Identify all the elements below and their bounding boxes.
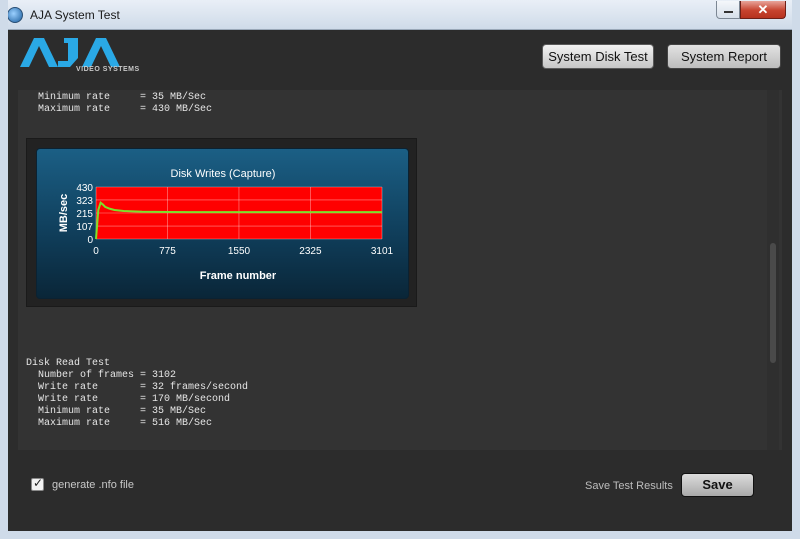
vertical-scrollbar[interactable] bbox=[767, 90, 779, 450]
y-tick-label: 0 bbox=[87, 235, 93, 246]
app-icon bbox=[7, 7, 23, 23]
read-result-line: Minimum rate = 35 MB/Sec bbox=[26, 406, 207, 417]
x-tick-label: 0 bbox=[93, 246, 99, 257]
y-axis-label: MB/sec bbox=[58, 194, 70, 233]
close-button[interactable]: ✕ bbox=[740, 1, 786, 19]
y-tick-label: 323 bbox=[76, 196, 93, 207]
scrollbar-thumb[interactable] bbox=[770, 243, 776, 363]
results-panel: Minimum rate = 35 MB/Sec Maximum rate = … bbox=[18, 90, 782, 450]
read-test-results: Disk Read Test Number of frames = 3102 W… bbox=[26, 358, 248, 430]
minimize-button[interactable] bbox=[716, 1, 740, 19]
write-result-line: Maximum rate = 430 MB/Sec bbox=[26, 104, 213, 115]
aja-logo-mark bbox=[20, 38, 120, 67]
save-button[interactable]: Save bbox=[681, 473, 754, 497]
generate-nfo-checkbox[interactable]: ✓ bbox=[31, 476, 44, 491]
system-report-button[interactable]: System Report bbox=[667, 44, 781, 69]
chart-container: 430 323 215 107 0 0 775 1550 2325 3101 Disk Writes… bbox=[26, 138, 417, 307]
checkmark-icon: ✓ bbox=[33, 476, 44, 490]
title-bar: AJA System Test ✕ bbox=[0, 0, 800, 30]
x-tick-label: 2325 bbox=[299, 246, 322, 257]
logo-subtitle: VIDEO SYSTEMS bbox=[76, 66, 140, 73]
save-test-results-label: Save Test Results bbox=[585, 480, 673, 492]
system-disk-test-button[interactable]: System Disk Test bbox=[542, 44, 654, 69]
read-result-line: Write rate = 170 MB/second bbox=[26, 394, 231, 405]
chart-svg: 430 323 215 107 00 775 1550 2325 3101 Disk Writes… bbox=[58, 168, 394, 282]
y-tick-label: 215 bbox=[76, 209, 93, 220]
read-result-line: Write rate = 32 frames/second bbox=[26, 382, 249, 393]
write-result-line: Minimum rate = 35 MB/Sec bbox=[26, 92, 207, 103]
x-tick-label: 1550 bbox=[228, 246, 251, 257]
aja-logo: VIDEO SYSTEMS bbox=[20, 38, 150, 78]
read-result-line: Disk Read Test bbox=[26, 358, 111, 369]
chart-title: Disk Writes (Capture) bbox=[171, 168, 276, 180]
read-result-line: Number of frames = 3102 bbox=[26, 370, 177, 381]
x-axis-label: Frame number bbox=[200, 270, 277, 282]
y-tick-label: 430 bbox=[76, 183, 93, 194]
minimize-icon bbox=[724, 11, 733, 13]
close-icon: ✕ bbox=[757, 2, 769, 17]
generate-nfo-label: generate .nfo file bbox=[52, 479, 134, 491]
y-tick-label: 107 bbox=[76, 222, 93, 233]
x-tick-label: 3101 bbox=[371, 246, 394, 257]
write-test-results: Minimum rate = 35 MB/Sec Maximum rate = … bbox=[26, 92, 212, 116]
read-result-line: Maximum rate = 516 MB/Sec bbox=[26, 418, 213, 429]
x-tick-label: 775 bbox=[159, 246, 176, 257]
window-title: AJA System Test bbox=[30, 8, 120, 22]
disk-writes-chart: 430 323 215 107 0 0 775 1550 2325 3101 Disk Writes… bbox=[36, 148, 409, 299]
